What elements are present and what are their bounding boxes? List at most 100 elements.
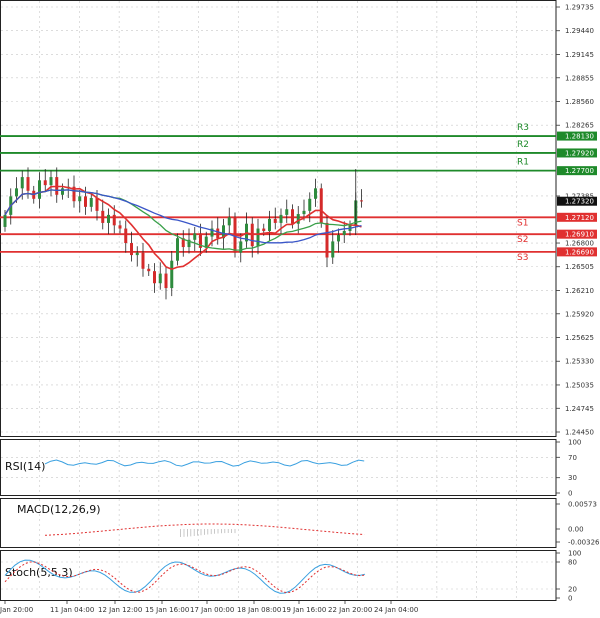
- candle: [130, 243, 133, 256]
- price-tick-label: 1.26505: [565, 263, 594, 271]
- candle: [262, 228, 266, 231]
- stoch-tick-label: 0: [568, 595, 572, 603]
- level-label-s3: S3: [517, 253, 528, 263]
- candle: [337, 234, 340, 242]
- level-label-r3: R3: [517, 123, 529, 133]
- candle: [314, 188, 317, 199]
- x-axis-label: 18 Jan 08:00: [237, 606, 281, 614]
- candle: [15, 188, 18, 197]
- candle: [147, 268, 151, 272]
- candle: [268, 218, 271, 231]
- level-label-r1: R1: [517, 158, 529, 168]
- price-tick-label: 1.28265: [565, 122, 594, 130]
- level-value-s1: 1.27120: [565, 214, 594, 222]
- price-tick-label: 1.24745: [565, 405, 594, 413]
- macd-tick-label: 0.00573: [568, 501, 597, 509]
- candle: [256, 228, 260, 247]
- price-tick-label: 1.25625: [565, 334, 594, 342]
- candle: [124, 228, 128, 244]
- candle: [101, 210, 105, 223]
- candle: [216, 228, 220, 239]
- macd-title: MACD(12,26,9): [17, 503, 101, 516]
- candle: [95, 197, 99, 211]
- stoch-tick-label: 20: [568, 586, 577, 594]
- rsi-tick-label: 30: [568, 474, 577, 482]
- candle: [61, 188, 64, 195]
- candle: [3, 214, 7, 227]
- candle: [285, 209, 289, 215]
- rsi-title: RSI(14): [5, 460, 45, 473]
- x-axis-label: 17 Jan 00:00: [190, 606, 234, 614]
- level-value-r1: 1.27700: [565, 167, 594, 175]
- forex-chart: 1.29735 1.29440 1.29145 1.28855 1.28560 1.282…: [0, 0, 600, 618]
- x-axis-label: 12 Jan 12:00: [98, 606, 142, 614]
- candle: [118, 225, 122, 229]
- level-label-s1: S1: [517, 218, 528, 228]
- candle: [112, 214, 116, 226]
- candle: [273, 218, 277, 223]
- price-tick-label: 1.29440: [565, 27, 594, 35]
- candle: [164, 273, 168, 289]
- level-value-s2: 1.26910: [565, 231, 594, 239]
- price-tick-label: 1.25920: [565, 310, 594, 318]
- candle: [176, 238, 179, 261]
- candle: [193, 233, 197, 240]
- current-price-label: 1.27320: [565, 198, 594, 206]
- candle: [170, 260, 174, 289]
- price-tick-label: 1.26800: [565, 240, 594, 248]
- rsi-panel-frame: [0, 439, 557, 496]
- candle: [291, 209, 294, 224]
- price-tick-label: 1.29735: [565, 4, 594, 12]
- candle: [26, 177, 30, 191]
- x-axis-label: Jan 20:00: [0, 606, 33, 614]
- candle: [84, 196, 87, 207]
- level-label-r2: R2: [517, 140, 529, 150]
- price-tick-label: 1.29145: [565, 51, 594, 59]
- macd-tick-label: -0.003269: [568, 539, 600, 547]
- level-label-s2: S2: [517, 235, 528, 245]
- candle: [158, 273, 162, 284]
- price-tick-label: 1.28560: [565, 98, 594, 106]
- rsi-tick-label: 100: [568, 439, 581, 447]
- candle: [49, 177, 53, 186]
- candle: [141, 252, 145, 269]
- candle: [38, 180, 41, 199]
- stoch-title: Stoch(5,5,3): [5, 566, 73, 579]
- candle: [308, 198, 312, 211]
- candle: [20, 177, 24, 189]
- x-axis-label: 19 Jan 16:00: [282, 606, 326, 614]
- price-tick-label: 1.28855: [565, 74, 594, 82]
- chart-canvas[interactable]: 1.29735 1.29440 1.29145 1.28855 1.28560 1.282…: [0, 0, 600, 618]
- macd-tick-label: 0.00: [568, 526, 584, 534]
- candle: [302, 210, 306, 215]
- price-tick-label: 1.26210: [565, 287, 594, 295]
- price-tick-label: 1.25035: [565, 381, 594, 389]
- x-axis-label: 22 Jan 20:00: [328, 606, 372, 614]
- candle: [319, 188, 323, 223]
- candle: [360, 200, 363, 202]
- price-tick-label: 1.25330: [565, 358, 594, 366]
- candle: [239, 241, 243, 253]
- candle: [331, 241, 335, 258]
- stoch-tick-label: 80: [568, 559, 577, 567]
- x-axis-label: 24 Jan 04:00: [374, 606, 418, 614]
- candle: [227, 217, 231, 226]
- candle: [342, 230, 346, 235]
- candle: [43, 180, 47, 186]
- x-axis-label: 15 Jan 16:00: [145, 606, 189, 614]
- stoch-tick-label: 100: [568, 550, 581, 558]
- level-value-r2: 1.27920: [565, 149, 594, 157]
- level-value-s3: 1.26690: [565, 248, 594, 256]
- candle: [153, 271, 156, 284]
- x-axis-label: 11 Jan 04:00: [50, 606, 94, 614]
- price-tick-label: 1.24450: [565, 429, 594, 437]
- candle: [78, 196, 82, 202]
- level-value-r3: 1.28130: [565, 133, 594, 141]
- candle: [296, 214, 300, 224]
- candle: [135, 252, 139, 256]
- candle: [325, 222, 329, 258]
- candle: [89, 197, 93, 207]
- candle: [107, 214, 110, 223]
- rsi-tick-label: 70: [568, 454, 577, 462]
- candle: [279, 214, 283, 223]
